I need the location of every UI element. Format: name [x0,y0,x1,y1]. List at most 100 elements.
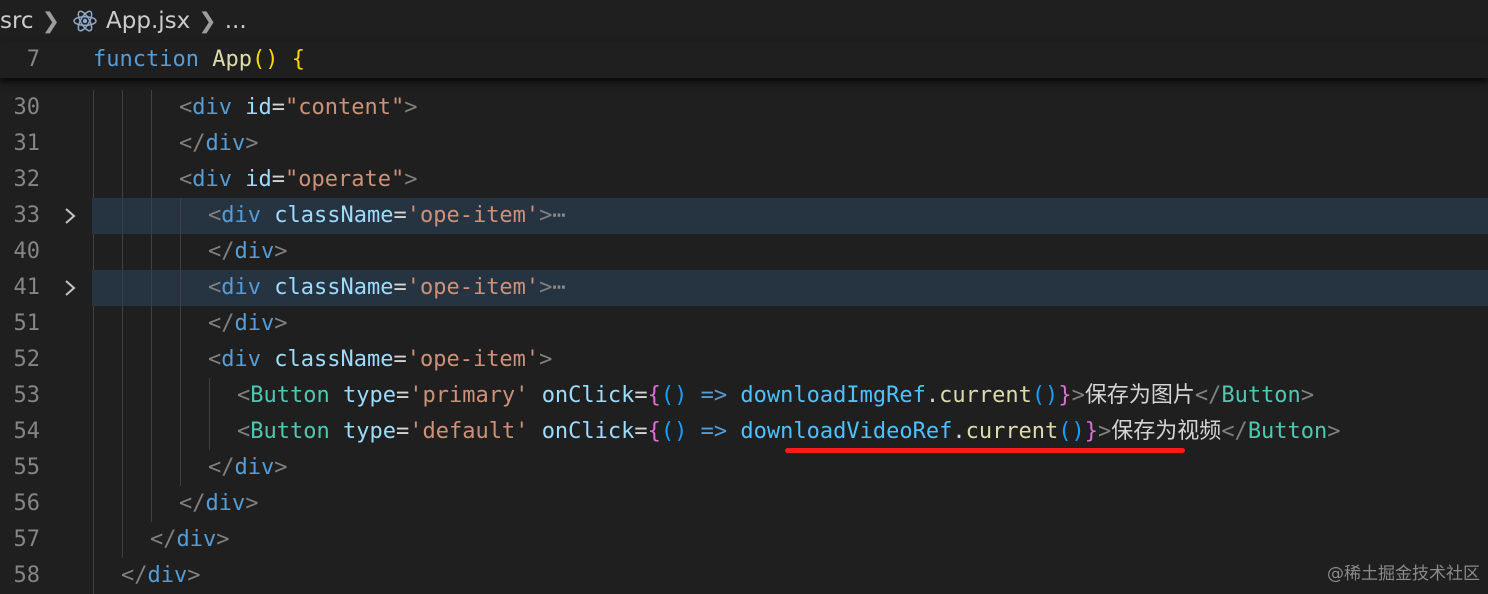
parens: () [251,47,279,72]
code-line-32[interactable]: 32 <div id="operate"> [0,162,1488,198]
code-line-56[interactable]: 56 </div> [0,486,1488,522]
indent-guide [180,378,181,414]
indent-guide [122,198,123,234]
indent-guide [93,342,94,378]
chevron-right-icon[interactable] [60,270,80,306]
keyword-function: function [93,47,199,72]
line-number: 32 [13,167,41,192]
indent-guide [151,162,152,198]
line-number: 52 [13,347,41,372]
indent-guide [122,126,123,162]
code-text: <div className='ope-item'>⋯ [208,275,566,300]
code-text: </div> [179,491,259,516]
line-number: 57 [13,527,41,552]
video-ref-identifier: downloadVideoRef [740,419,953,444]
code-text: <Button type='default' onClick={() => do… [237,419,1341,444]
line-number: 54 [13,419,41,444]
indent-guide [151,486,152,522]
code-text: </div> [208,311,288,336]
breadcrumb-more[interactable]: ... [225,8,247,34]
indent-guide [93,558,94,594]
indent-guide [122,414,123,450]
indent-guide [122,378,123,414]
open-brace: { [291,47,305,72]
code-line-53[interactable]: 53 <Button type='primary' onClick={() =>… [0,378,1488,414]
indent-guide [180,234,181,270]
indent-guide [180,198,181,234]
chevron-right-icon: ❯ [198,8,217,34]
indent-guide [122,486,123,522]
indent-guide [209,414,210,450]
breadcrumb-file-app-jsx[interactable]: App.jsx [106,8,190,34]
code-text: </div> [208,239,288,264]
folded-ellipsis[interactable]: ⋯ [552,275,565,300]
indent-guide [180,306,181,342]
indent-guide [151,234,152,270]
indent-guide [122,90,123,126]
indent-guide [122,306,123,342]
code-line-52[interactable]: 52 <div className='ope-item'> [0,342,1488,378]
code-text: </div> [179,131,259,156]
line-number: 55 [13,455,41,480]
line-number: 31 [13,131,41,156]
code-line-30[interactable]: 30 <div id="content"> [0,90,1488,126]
chevron-right-icon[interactable] [60,198,80,234]
indent-guide [151,450,152,486]
indent-guide [122,450,123,486]
folded-ellipsis[interactable]: ⋯ [552,203,565,228]
indent-guide [93,126,94,162]
indent-guide [93,234,94,270]
indent-guide [93,162,94,198]
indent-guide [122,270,123,306]
indent-guide [93,306,94,342]
indent-guide [180,450,181,486]
code-line-51[interactable]: 51 </div> [0,306,1488,342]
code-text: <div className='ope-item'>⋯ [208,203,566,228]
indent-guide [151,270,152,306]
line-number: 30 [13,95,41,120]
function-name: App [212,47,252,72]
indent-guide [180,270,181,306]
sticky-scroll-header[interactable]: 7 function App() { [0,42,1488,78]
code-line-33[interactable]: 33 <div className='ope-item'>⋯ [0,198,1488,234]
code-line-57[interactable]: 57 </div> [0,522,1488,558]
code-line-55[interactable]: 55 </div> [0,450,1488,486]
code-line-41[interactable]: 41 <div className='ope-item'>⋯ [0,270,1488,306]
code-line-40[interactable]: 40 </div> [0,234,1488,270]
react-icon [73,10,97,32]
chevron-right-icon: ❯ [41,8,61,34]
indent-guide [122,342,123,378]
line-number: 51 [13,311,41,336]
code-text: <div className='ope-item'> [208,347,553,372]
annotation-underline [785,448,1185,453]
indent-guide [151,414,152,450]
code-line-31[interactable]: 31 </div> [0,126,1488,162]
indent-guide [180,414,181,450]
code-line-54[interactable]: 54 <Button type='default' onClick={() =>… [0,414,1488,450]
indent-guide [151,306,152,342]
line-number: 7 [26,47,40,72]
indent-guide [209,378,210,414]
indent-guide [180,342,181,378]
code-line-58[interactable]: 58 </div> [0,558,1488,594]
code-text: </div> [208,455,288,480]
indent-guide [151,198,152,234]
breadcrumb-folder-src[interactable]: src [0,8,34,34]
line-number: 41 [13,275,41,300]
line-number: 33 [13,203,41,228]
indent-guide [93,378,94,414]
indent-guide [93,450,94,486]
indent-guide [151,342,152,378]
code-text: </div> [150,527,230,552]
indent-guide [93,522,94,558]
indent-guide [93,486,94,522]
code-text: <Button type='primary' onClick={() => do… [237,383,1315,408]
line-number: 40 [13,239,41,264]
indent-guide [151,378,152,414]
code-line-sticky: function App() { [93,42,305,78]
indent-guide [151,90,152,126]
indent-guide [151,126,152,162]
code-text: <div id="content"> [179,95,418,120]
indent-guide [93,414,94,450]
line-number: 58 [13,563,41,588]
